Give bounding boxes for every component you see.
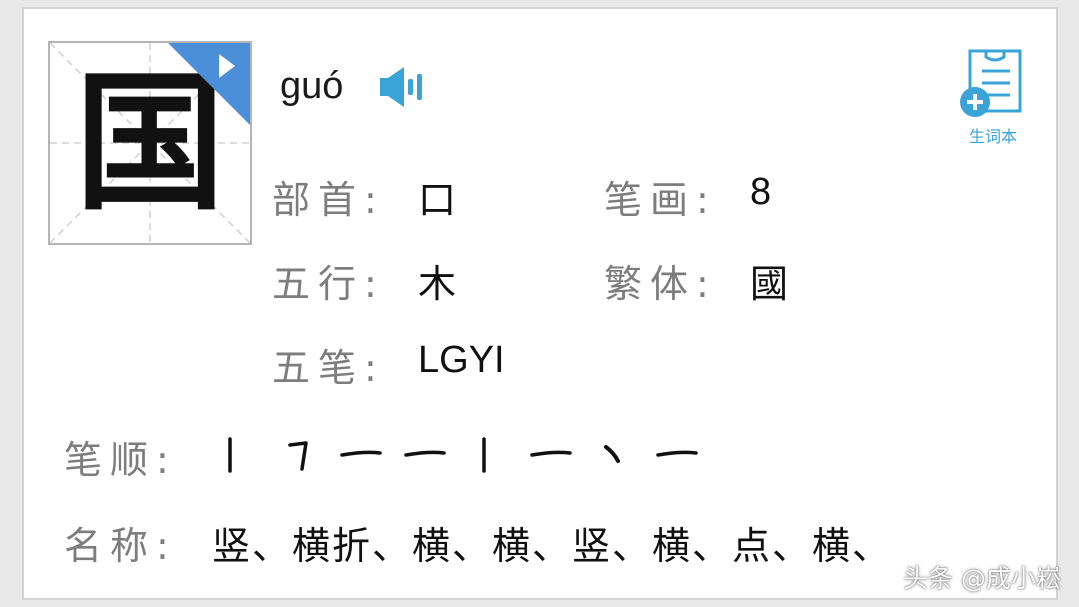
stroke-names-value: 竖、横折、横、横、竖、横、点、横、: [212, 524, 893, 568]
stroke-hengzhe: [288, 441, 308, 471]
notebook-add-icon: [960, 49, 1022, 117]
stroke-dian: [604, 445, 620, 463]
radical-label: 部首:: [272, 178, 385, 222]
play-triangle-icon[interactable]: [168, 43, 250, 125]
watermark: 头条 @成小崧: [903, 564, 1061, 593]
radical-value: 口: [418, 178, 457, 222]
character-card: 国 guó 生词本 部首: 口 笔画: 8 五行: 木 繁体: 國 五笔: LG…: [22, 7, 1058, 600]
stroke-heng-1: [340, 450, 382, 457]
stroke-heng-3: [530, 450, 572, 457]
add-to-vocab-button[interactable]: 生词本: [958, 47, 1028, 147]
wubi-value: LGYI: [418, 339, 505, 381]
stroke-heng-4: [656, 450, 698, 457]
pinyin: guó: [280, 65, 344, 107]
vocab-button-label: 生词本: [968, 127, 1017, 146]
stroke-names-label: 名称:: [64, 524, 177, 568]
stroke-order-sequence: [228, 437, 698, 473]
wuxing-label: 五行:: [272, 262, 385, 306]
wuxing-value: 木: [418, 262, 457, 306]
stroke-count-value: 8: [750, 171, 772, 213]
traditional-value: 國: [750, 262, 789, 306]
traditional-label: 繁体:: [604, 262, 717, 306]
character-tile[interactable]: 国: [48, 41, 252, 245]
stroke-count-label: 笔画:: [604, 178, 717, 222]
wubi-label: 五笔:: [272, 346, 385, 390]
stroke-order-label: 笔顺:: [64, 438, 177, 482]
stroke-heng-2: [404, 450, 446, 457]
speaker-icon[interactable]: [378, 65, 426, 109]
